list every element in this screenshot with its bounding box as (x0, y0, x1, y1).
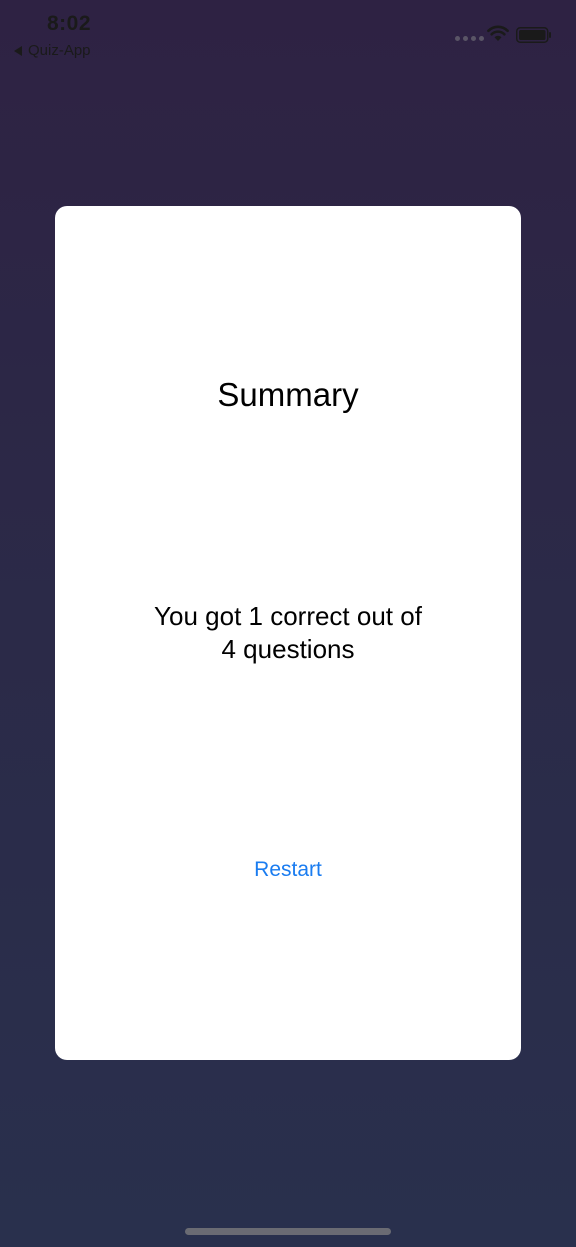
home-indicator[interactable] (185, 1228, 391, 1235)
restart-button[interactable]: Restart (55, 858, 521, 882)
summary-card: Summary You got 1 correct out of 4 quest… (55, 206, 521, 1060)
back-to-app-label: Quiz-App (28, 42, 91, 59)
wifi-icon (487, 25, 509, 41)
battery-icon (516, 27, 551, 43)
status-time: 8:02 (47, 12, 92, 35)
summary-title: Summary (217, 376, 359, 413)
score-line-1: You got 1 correct out of (154, 601, 422, 631)
back-arrow-icon (14, 45, 22, 56)
score-message: You got 1 correct out of 4 questions (95, 600, 481, 666)
signal-icon (455, 36, 484, 41)
score-line-2: 4 questions (221, 634, 355, 664)
status-bar: 8:02 Quiz-App (0, 0, 576, 70)
back-to-app-link[interactable]: Quiz-App (14, 42, 91, 59)
